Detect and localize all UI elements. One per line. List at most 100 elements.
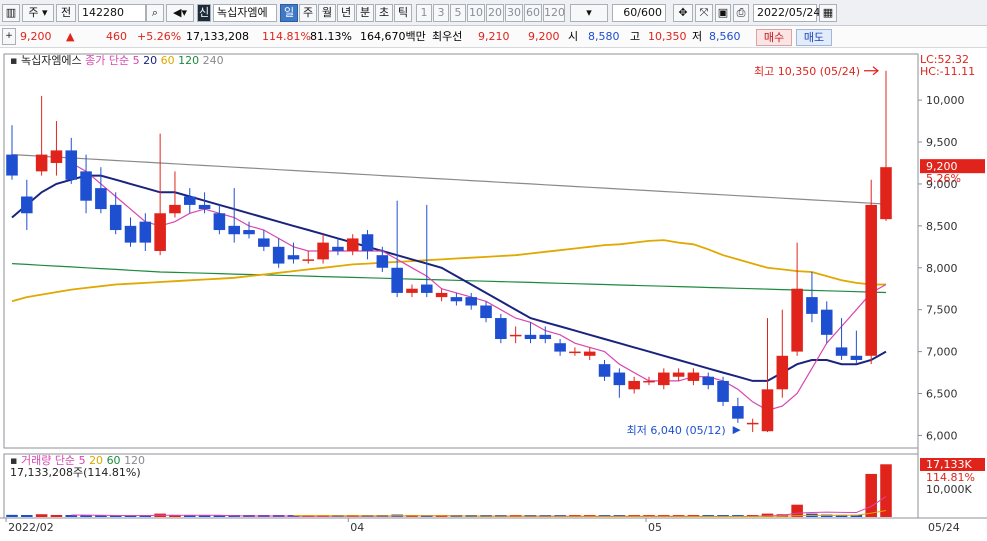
save-icon[interactable]: ▣ [715, 4, 731, 22]
candle-body[interactable] [539, 334, 552, 340]
volume-bar[interactable] [880, 464, 892, 517]
candle-body[interactable] [435, 292, 448, 298]
sound-icon[interactable]: ◀▾ [166, 4, 194, 22]
candle-body[interactable] [213, 213, 226, 231]
candle-body[interactable] [421, 284, 433, 293]
sell-button[interactable]: 매도 [796, 29, 832, 46]
candle-body[interactable] [332, 246, 344, 251]
interval-tab-3[interactable]: 3 [433, 4, 449, 22]
crosshair-icon[interactable]: ✥ [673, 4, 693, 22]
candle-body[interactable] [406, 288, 418, 293]
data-count-field[interactable]: 60/600 [612, 4, 666, 22]
period-tab-3[interactable]: 년 [337, 4, 355, 22]
candle-body[interactable] [95, 188, 107, 210]
jeon-button[interactable]: 전 [56, 4, 76, 22]
candle-body[interactable] [628, 380, 640, 390]
candle-body[interactable] [228, 225, 240, 235]
candle-body[interactable] [154, 213, 166, 251]
search-icon[interactable]: ⌕ [146, 4, 164, 22]
volume-bar[interactable] [865, 473, 877, 517]
candle-body[interactable] [835, 347, 848, 356]
draw-tool-icon[interactable]: ⤧ [695, 4, 713, 22]
candle-body[interactable] [554, 343, 566, 352]
candle-body[interactable] [80, 171, 92, 201]
date-field[interactable]: 2022/05/24 [753, 4, 820, 22]
candle-body[interactable] [50, 150, 63, 163]
candle-body[interactable] [717, 380, 729, 402]
interval-tab-1[interactable]: 1 [416, 4, 432, 22]
period-tab-5[interactable]: 초 [375, 4, 393, 22]
candle-body[interactable] [791, 288, 803, 352]
candle-body[interactable] [317, 242, 329, 260]
candle-body[interactable] [65, 150, 78, 180]
candle-body[interactable] [391, 267, 403, 293]
volume-bar[interactable] [21, 515, 33, 517]
volume-bar[interactable] [50, 515, 63, 517]
candle-body[interactable] [346, 238, 359, 251]
candle-body[interactable] [258, 238, 270, 247]
candle-body[interactable] [687, 372, 700, 381]
candle-body[interactable] [109, 204, 122, 231]
candle-body[interactable] [243, 230, 255, 235]
candle-body[interactable] [139, 221, 152, 243]
candle-body[interactable] [732, 406, 744, 419]
candle-body[interactable] [524, 334, 537, 340]
stock-code-input[interactable]: 142280 [78, 4, 146, 22]
period-tab-4[interactable]: 분 [356, 4, 374, 22]
candle-body[interactable] [583, 351, 596, 356]
period-tab-2[interactable]: 월 [318, 4, 336, 22]
candle-body[interactable] [643, 380, 655, 383]
candle-body[interactable] [850, 355, 863, 360]
volume-bar[interactable] [6, 514, 18, 517]
period-tab-0[interactable]: 일 [280, 4, 298, 22]
candle-body[interactable] [598, 364, 611, 377]
candle-body[interactable] [376, 255, 389, 268]
interval-tab-60[interactable]: 60 [524, 4, 542, 22]
period-tab-6[interactable]: 틱 [394, 4, 412, 22]
candle-body[interactable] [613, 372, 626, 386]
market-select[interactable]: 주 ▾ [22, 4, 54, 22]
price-chart[interactable]: 10,0009,5009,0008,5008,0007,5007,0006,50… [0, 48, 987, 538]
candle-body[interactable] [480, 305, 492, 319]
candle-body[interactable] [820, 309, 833, 335]
candle-body[interactable] [169, 204, 181, 214]
interval-tab-5[interactable]: 5 [450, 4, 466, 22]
candle-body[interactable] [124, 225, 137, 243]
period-tab-1[interactable]: 주 [299, 4, 317, 22]
candle-body[interactable] [198, 204, 211, 210]
candle-body[interactable] [495, 318, 507, 340]
buy-button[interactable]: 매수 [756, 29, 792, 46]
chart-menu-icon[interactable]: ▥ [2, 4, 20, 22]
candle-body[interactable] [658, 372, 670, 386]
candle-body[interactable] [450, 297, 463, 302]
candle-body[interactable] [509, 334, 522, 337]
candle-body[interactable] [702, 376, 715, 386]
interval-dropdown[interactable]: ▾ [570, 4, 608, 22]
print-icon[interactable]: ⎙ [733, 4, 749, 22]
interval-tab-10[interactable]: 10 [467, 4, 485, 22]
candle-body[interactable] [287, 255, 300, 260]
stock-name-field[interactable]: 녹십자엠에 [213, 4, 277, 22]
candle-body[interactable] [746, 422, 759, 425]
volume-bar[interactable] [35, 514, 48, 517]
interval-tab-120[interactable]: 120 [543, 4, 565, 22]
interval-tab-20[interactable]: 20 [486, 4, 504, 22]
candle-body[interactable] [569, 351, 581, 354]
candle-body[interactable] [272, 246, 285, 264]
candle-body[interactable] [672, 372, 685, 377]
candle-body[interactable] [21, 196, 33, 214]
candle-body[interactable] [880, 167, 892, 220]
candle-body[interactable] [302, 259, 315, 261]
interval-tab-30[interactable]: 30 [505, 4, 523, 22]
candle-body[interactable] [6, 154, 18, 176]
candle-body[interactable] [865, 204, 877, 356]
candle-body[interactable] [761, 389, 774, 432]
candle-body[interactable] [806, 297, 818, 314]
quote-toggle-icon[interactable]: + [2, 28, 16, 45]
candle-body[interactable] [361, 234, 374, 251]
calendar-icon[interactable]: ▦ [819, 4, 837, 22]
candle-body[interactable] [35, 154, 48, 172]
candle-body[interactable] [183, 196, 196, 205]
candle-body[interactable] [776, 355, 789, 390]
candle-body[interactable] [465, 297, 477, 306]
